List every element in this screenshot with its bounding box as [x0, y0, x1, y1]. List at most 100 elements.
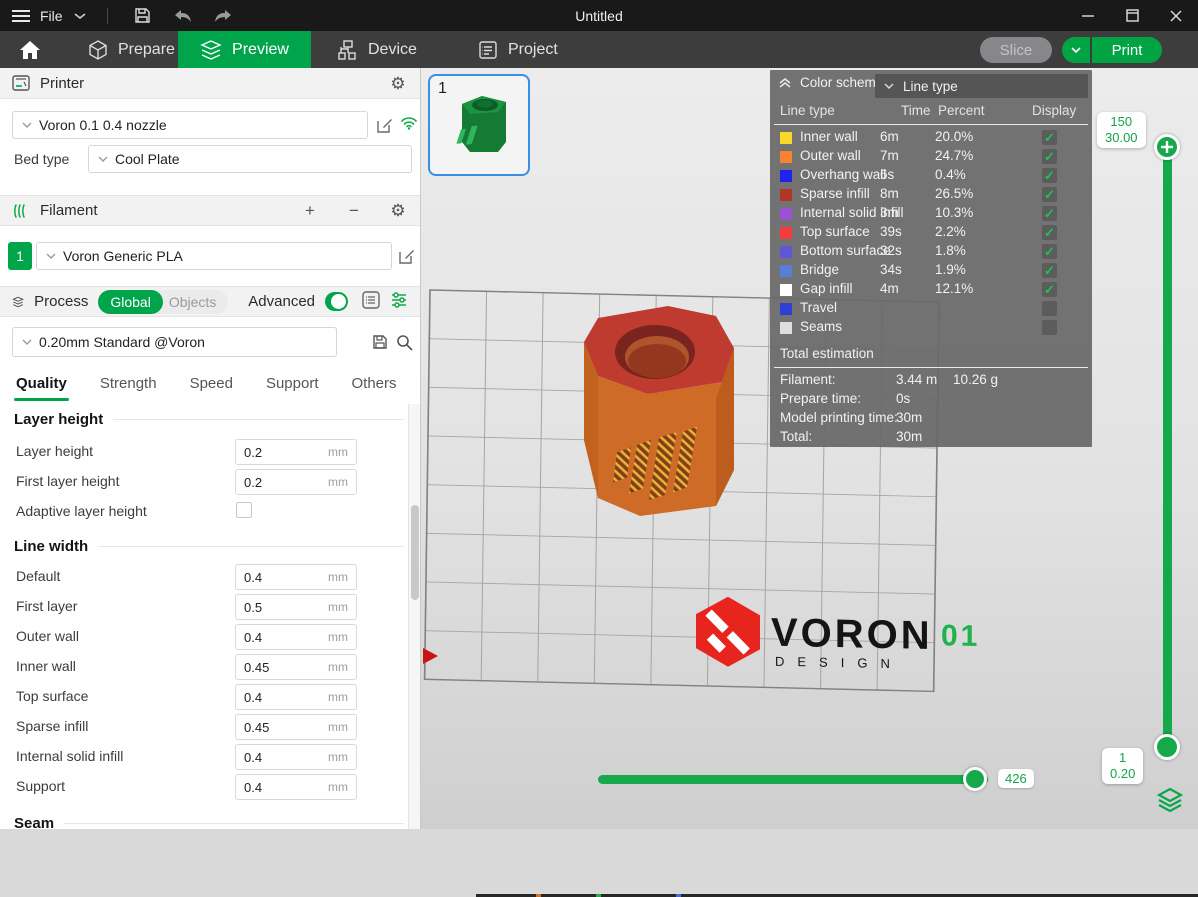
svg-text:VORON: VORON: [771, 611, 933, 658]
edit-filament-icon[interactable]: [399, 248, 415, 269]
filament-header-label: Filament: [40, 202, 98, 219]
tab-prepare[interactable]: Prepare: [88, 31, 175, 68]
tab-quality[interactable]: Quality: [16, 375, 67, 392]
redo-icon[interactable]: [208, 5, 238, 27]
filament-slot-badge[interactable]: 1: [8, 242, 32, 270]
sliced-model[interactable]: [584, 306, 734, 516]
print-button[interactable]: Print: [1092, 37, 1162, 63]
lw-sparse-infill-input[interactable]: 0.45mm: [235, 714, 357, 740]
tab-speed[interactable]: Speed: [190, 375, 233, 392]
segment-slider-track[interactable]: [598, 775, 988, 784]
print-dropdown-button[interactable]: [1062, 37, 1090, 63]
color-chip: [780, 227, 792, 239]
display-checkbox[interactable]: ✓: [1042, 168, 1057, 183]
printer-settings-gear-icon[interactable]: ⚙: [388, 75, 408, 92]
wifi-icon[interactable]: [400, 116, 418, 135]
plate-thumbnail-number: 1: [438, 80, 447, 98]
lw-first-layer-input[interactable]: 0.5mm: [235, 594, 357, 620]
tab-support[interactable]: Support: [266, 375, 319, 392]
tune-params-icon[interactable]: [390, 291, 408, 313]
filament-settings-gear-icon[interactable]: ⚙: [388, 202, 408, 219]
view-mode-select[interactable]: Line type: [875, 74, 1088, 98]
slice-button[interactable]: Slice: [980, 37, 1052, 63]
bed-type-select[interactable]: Cool Plate: [88, 145, 412, 173]
chevron-down-icon: [45, 252, 57, 260]
undo-icon[interactable]: [168, 5, 198, 27]
objects-option[interactable]: Objects: [163, 294, 228, 310]
chevron-down-icon[interactable]: [73, 12, 87, 20]
legend-row: Outer wall7m24.7%✓: [770, 148, 1092, 167]
minimize-button[interactable]: [1066, 0, 1110, 31]
display-checkbox[interactable]: ✓: [1042, 187, 1057, 202]
estimation-row: Prepare time:0s: [770, 391, 1092, 410]
display-checkbox[interactable]: ✓: [1042, 263, 1057, 278]
advanced-toggle[interactable]: [325, 292, 348, 311]
color-chip: [780, 246, 792, 258]
tab-preview[interactable]: Preview: [178, 31, 311, 68]
lw-inner-wall-input[interactable]: 0.45mm: [235, 654, 357, 680]
maximize-button[interactable]: [1110, 0, 1154, 31]
save-preset-icon[interactable]: [372, 334, 388, 355]
tab-strength[interactable]: Strength: [100, 375, 157, 392]
lw-default-input[interactable]: 0.4mm: [235, 564, 357, 590]
save-icon[interactable]: [128, 5, 158, 27]
lw-support-input[interactable]: 0.4mm: [235, 774, 357, 800]
lw-outer-wall-input[interactable]: 0.4mm: [235, 624, 357, 650]
first-layer-height-input[interactable]: 0.2mm: [235, 469, 357, 495]
display-checkbox[interactable]: [1042, 301, 1057, 316]
color-chip: [780, 170, 792, 182]
layers-view-icon[interactable]: [1157, 788, 1183, 817]
sidebar-scrollbar[interactable]: [408, 404, 420, 829]
filament-select[interactable]: Voron Generic PLA: [36, 242, 392, 270]
menu-icon[interactable]: [12, 10, 30, 22]
segment-slider-handle[interactable]: [963, 767, 987, 791]
estimation-row: Total:30m: [770, 429, 1092, 448]
color-chip: [780, 284, 792, 296]
display-checkbox[interactable]: [1042, 320, 1057, 335]
global-objects-toggle[interactable]: Global Objects: [98, 290, 228, 314]
display-checkbox[interactable]: ✓: [1042, 282, 1057, 297]
layer-slider-track[interactable]: [1163, 144, 1172, 752]
lw-top-surface-input[interactable]: 0.4mm: [235, 684, 357, 710]
plate-thumbnail[interactable]: 1: [428, 74, 530, 176]
adaptive-layer-height-checkbox[interactable]: [236, 502, 252, 518]
tab-project[interactable]: Project: [478, 31, 558, 68]
settings-sidebar: Printer ⚙ Voron 0.1 0.4 nozzle Bed type …: [0, 68, 421, 829]
layer-slider-bottom-handle[interactable]: [1154, 734, 1180, 760]
legend-row: Sparse infill8m26.5%✓: [770, 186, 1092, 205]
preview-viewport[interactable]: VORON DESIGN 01 1: [421, 68, 1198, 829]
display-checkbox[interactable]: ✓: [1042, 149, 1057, 164]
home-button[interactable]: [12, 31, 48, 68]
tab-device[interactable]: Device: [338, 31, 417, 68]
layer-slider-top-tooltip: 15030.00: [1097, 112, 1146, 148]
lw-internal-solid-input[interactable]: 0.4mm: [235, 744, 357, 770]
file-menu[interactable]: File: [40, 8, 63, 24]
preset-list-icon[interactable]: [362, 291, 380, 313]
legend-row: Bottom surface32s1.8%✓: [770, 243, 1092, 262]
display-checkbox[interactable]: ✓: [1042, 130, 1057, 145]
plate-origin-arrow: [423, 648, 438, 664]
tab-others[interactable]: Others: [352, 375, 397, 392]
project-icon: [478, 40, 498, 60]
printer-select[interactable]: Voron 0.1 0.4 nozzle: [12, 111, 368, 139]
color-chip: [780, 208, 792, 220]
collapse-icon[interactable]: [778, 77, 792, 89]
legend-row: Internal solid infill3m10.3%✓: [770, 205, 1092, 224]
process-layers-icon: [12, 294, 24, 310]
scrollbar-thumb[interactable]: [411, 505, 419, 600]
svg-text:DESIGN: DESIGN: [775, 654, 903, 672]
display-checkbox[interactable]: ✓: [1042, 206, 1057, 221]
process-preset-select[interactable]: 0.20mm Standard @Voron: [12, 327, 337, 357]
edit-printer-icon[interactable]: [377, 117, 393, 138]
global-option[interactable]: Global: [98, 290, 162, 314]
close-button[interactable]: [1154, 0, 1198, 31]
display-checkbox[interactable]: ✓: [1042, 244, 1057, 259]
add-filament-button[interactable]: +: [300, 202, 320, 219]
layer-slider-top-handle[interactable]: [1154, 134, 1180, 160]
remove-filament-button[interactable]: −: [344, 202, 364, 219]
chevron-down-icon: [883, 82, 895, 90]
layer-height-input[interactable]: 0.2mm: [235, 439, 357, 465]
search-icon[interactable]: [396, 334, 413, 356]
estimation-row: Model printing time:30m: [770, 410, 1092, 429]
display-checkbox[interactable]: ✓: [1042, 225, 1057, 240]
